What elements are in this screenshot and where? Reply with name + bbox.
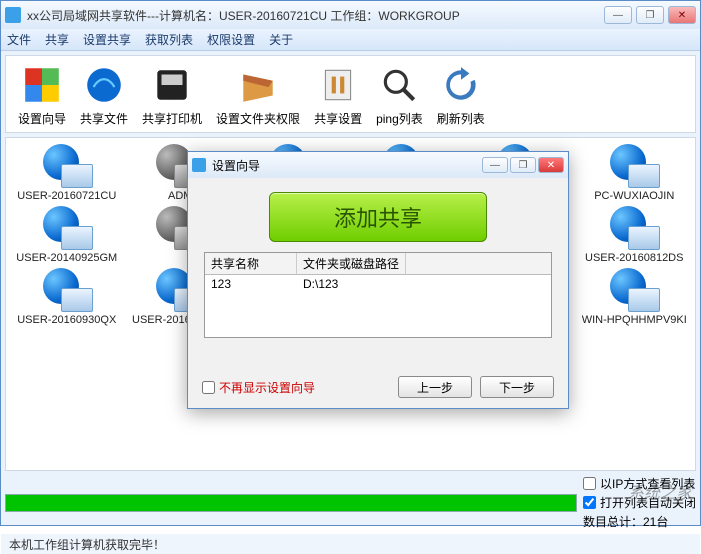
computer-icon [39,206,95,252]
tool-wizard[interactable]: 设置向导 [18,62,66,127]
tool-refresh[interactable]: 刷新列表 [437,62,485,127]
window-controls: — ❐ ✕ [604,6,696,24]
tool-folder-perm[interactable]: 设置文件夹权限 [216,62,300,127]
dialog-titlebar[interactable]: 设置向导 — ❐ ✕ [188,152,568,178]
share-table[interactable]: 共享名称 文件夹或磁盘路径 123 D:\123 [204,252,552,338]
dialog-title: 设置向导 [212,157,482,174]
main-window: xx公司局域网共享软件---计算机名：USER-20160721CU 工作组：W… [0,0,701,526]
table-header: 共享名称 文件夹或磁盘路径 [205,253,551,275]
tool-ping[interactable]: ping列表 [376,62,423,127]
computer-item[interactable]: USER-20160812DS [578,206,692,264]
menu-share[interactable]: 共享 [45,31,69,48]
computer-label: USER-20160721CU [17,190,116,202]
close-button[interactable]: ✕ [668,6,696,24]
status-text: 本机工作组计算机获取完毕！ [9,536,165,552]
menu-set-share[interactable]: 设置共享 [83,31,131,48]
dont-show-checkbox[interactable]: 不再显示设置向导 [202,379,315,396]
table-row[interactable]: 123 D:\123 [205,275,551,293]
auto-close-checkbox[interactable]: 打开列表自动关闭 [583,494,696,511]
col-name: 共享名称 [205,253,297,274]
computer-label: USER-20160930QX [17,314,116,326]
dialog-icon [192,158,206,172]
wizard-icon [19,62,65,108]
wizard-dialog: 设置向导 — ❐ ✕ 添加共享 共享名称 文件夹或磁盘路径 123 D:\123… [187,151,569,409]
menu-get-list[interactable]: 获取列表 [145,31,193,48]
computer-icon [606,268,662,314]
dialog-minimize[interactable]: — [482,157,508,173]
tool-label: ping列表 [376,110,423,127]
tool-label: 共享打印机 [142,110,202,127]
refresh-icon [438,62,484,108]
dialog-maximize[interactable]: ❐ [510,157,536,173]
count-label: 数目总计：21台 [583,513,696,530]
share-settings-icon [315,62,361,108]
share-file-icon [81,62,127,108]
tool-share-file[interactable]: 共享文件 [80,62,128,127]
ping-icon [376,62,422,108]
dialog-close[interactable]: ✕ [538,157,564,173]
tool-printer[interactable]: 共享打印机 [142,62,202,127]
computer-icon [39,144,95,190]
printer-icon [149,62,195,108]
next-button[interactable]: 下一步 [480,376,554,398]
computer-item[interactable]: USER-20160930QX [10,268,124,326]
progress-bar [5,494,577,512]
progress-row: 以IP方式查看列表 打开列表自动关闭 数目总计：21台 [5,475,696,530]
computer-label: USER-20140925GM [16,252,117,264]
prev-button[interactable]: 上一步 [398,376,472,398]
col-path: 文件夹或磁盘路径 [297,253,406,274]
tool-label: 刷新列表 [437,110,485,127]
computer-label: USER-20160812DS [585,252,683,264]
app-icon [5,7,21,23]
tool-label: 设置文件夹权限 [216,110,300,127]
tool-label: 共享文件 [80,110,128,127]
folder-perm-icon [235,62,281,108]
menu-file[interactable]: 文件 [7,31,31,48]
minimize-button[interactable]: — [604,6,632,24]
tool-share-settings[interactable]: 共享设置 [314,62,362,127]
cell-path: D:\123 [297,275,344,293]
toolbar: 设置向导 共享文件 共享打印机 设置文件夹权限 共享设置 [5,55,696,133]
computer-label: PC-WUXIAOJIN [594,190,674,202]
statusbar: 本机工作组计算机获取完毕！ [1,534,700,554]
computer-item[interactable]: WIN-HPQHHMPV9KI [578,268,692,326]
menu-about[interactable]: 关于 [269,31,293,48]
computer-item[interactable]: PC-WUXIAOJIN [578,144,692,202]
computer-icon [606,144,662,190]
maximize-button[interactable]: ❐ [636,6,664,24]
add-share-button[interactable]: 添加共享 [269,192,487,242]
tool-label: 共享设置 [314,110,362,127]
tool-label: 设置向导 [18,110,66,127]
ip-mode-checkbox[interactable]: 以IP方式查看列表 [583,475,696,492]
computer-label: WIN-HPQHHMPV9KI [582,314,687,326]
computer-item[interactable]: USER-20140925GM [10,206,124,264]
computer-item[interactable]: USER-20160721CU [10,144,124,202]
titlebar[interactable]: xx公司局域网共享软件---计算机名：USER-20160721CU 工作组：W… [1,1,700,29]
cell-name: 123 [205,275,297,293]
computer-icon [39,268,95,314]
window-title: xx公司局域网共享软件---计算机名：USER-20160721CU 工作组：W… [27,7,604,24]
computer-icon [606,206,662,252]
menu-perm[interactable]: 权限设置 [207,31,255,48]
menubar: 文件 共享 设置共享 获取列表 权限设置 关于 [1,29,700,51]
